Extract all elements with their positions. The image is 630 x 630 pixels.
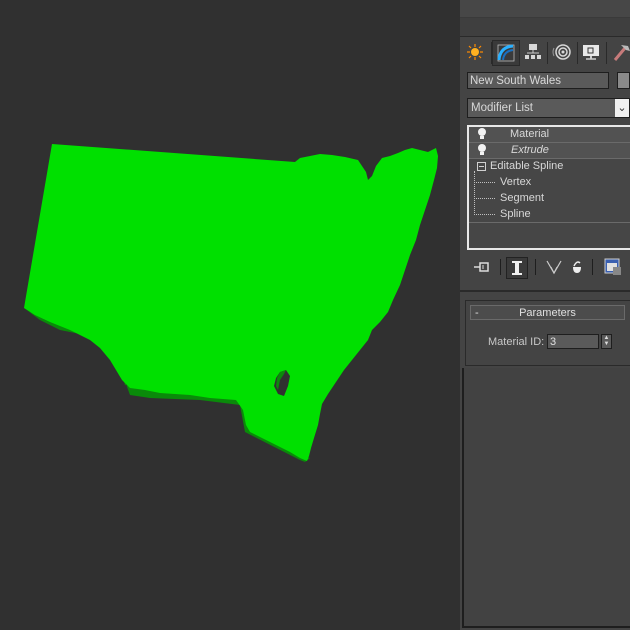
tab-hierarchy[interactable]	[520, 40, 546, 64]
tool-separator	[500, 259, 501, 275]
stack-item-label: Extrude	[511, 144, 549, 156]
command-panel-tabs	[460, 38, 630, 66]
panel-empty-area	[462, 368, 630, 628]
lightbulb-icon[interactable]	[478, 144, 486, 155]
tab-utilities[interactable]	[608, 40, 630, 64]
stack-divider	[469, 222, 630, 223]
pin-stack-button[interactable]	[472, 257, 492, 277]
tab-separator	[606, 42, 607, 64]
chevron-down-icon[interactable]: ⌄	[615, 99, 629, 117]
tree-line	[474, 171, 475, 215]
tab-display[interactable]	[578, 40, 604, 64]
create-icon	[467, 44, 483, 60]
viewport-canvas[interactable]	[0, 0, 460, 630]
tree-connector	[474, 214, 495, 215]
object-color-swatch[interactable]	[617, 72, 630, 89]
material-id-label: Material ID:	[488, 336, 545, 348]
tab-motion[interactable]	[549, 40, 575, 64]
rollout-title: Parameters	[519, 307, 576, 319]
modifier-list-dropdown[interactable]: Modifier List ⌄	[467, 98, 630, 118]
make-unique-button[interactable]	[544, 257, 564, 277]
stack-item-extrude[interactable]: Extrude	[469, 143, 630, 159]
configure-icon	[604, 258, 621, 275]
stack-item-label: Material	[510, 128, 550, 140]
modifier-list-label: Modifier List	[471, 102, 533, 114]
hierarchy-icon	[525, 44, 541, 59]
parameters-rollout-header[interactable]: - Parameters	[470, 305, 625, 320]
utilities-icon	[613, 45, 630, 61]
viewport[interactable]	[0, 0, 460, 630]
stack-item-label: Vertex	[500, 176, 532, 188]
remove-modifier-button[interactable]	[567, 257, 587, 277]
tab-separator	[547, 42, 548, 64]
stack-toolbar	[460, 255, 630, 279]
panel-subheader	[460, 18, 630, 37]
tree-connector	[474, 198, 495, 199]
lightbulb-icon[interactable]	[478, 128, 486, 139]
show-end-result-button[interactable]	[506, 257, 528, 279]
tool-separator	[592, 259, 593, 275]
make-unique-icon	[546, 260, 562, 275]
stack-item-editable-spline[interactable]: Editable Spline	[469, 159, 630, 174]
modify-icon	[497, 44, 515, 62]
stack-item-label: Spline	[500, 208, 531, 220]
collapse-icon[interactable]	[477, 162, 486, 171]
motion-icon	[552, 44, 571, 60]
pin-icon	[474, 262, 489, 272]
stack-item-spline[interactable]: Spline	[469, 207, 630, 222]
stack-item-vertex[interactable]: Vertex	[469, 175, 630, 190]
end-result-icon	[512, 261, 522, 275]
parameters-rollout: - Parameters Material ID: 3 ▲ ▼	[465, 300, 630, 366]
spinner-down-icon[interactable]: ▼	[602, 341, 611, 347]
configure-modifier-sets-button[interactable]	[603, 257, 623, 277]
collapse-toggle[interactable]: -	[475, 306, 479, 320]
tool-separator	[535, 259, 536, 275]
command-panel: New South Wales Modifier List ⌄ Material…	[460, 0, 630, 630]
material-id-input[interactable]: 3	[547, 334, 599, 349]
remove-modifier-icon	[573, 261, 581, 273]
tree-connector	[474, 182, 495, 183]
modifier-stack: Material Extrude Editable Spline Vertex …	[467, 125, 630, 250]
tab-modify[interactable]	[492, 40, 520, 66]
nsw-extruded-shape[interactable]	[24, 144, 438, 461]
stack-item-label: Editable Spline	[490, 160, 564, 172]
panel-header	[460, 0, 630, 18]
panel-divider	[460, 290, 630, 292]
material-id-spinner[interactable]: ▲ ▼	[601, 334, 612, 349]
stack-item-segment[interactable]: Segment	[469, 191, 630, 206]
object-name-field[interactable]: New South Wales	[467, 72, 609, 89]
tab-create[interactable]	[462, 40, 488, 64]
stack-item-material[interactable]: Material	[469, 127, 630, 143]
display-icon	[583, 45, 599, 60]
stack-item-label: Segment	[500, 192, 545, 204]
